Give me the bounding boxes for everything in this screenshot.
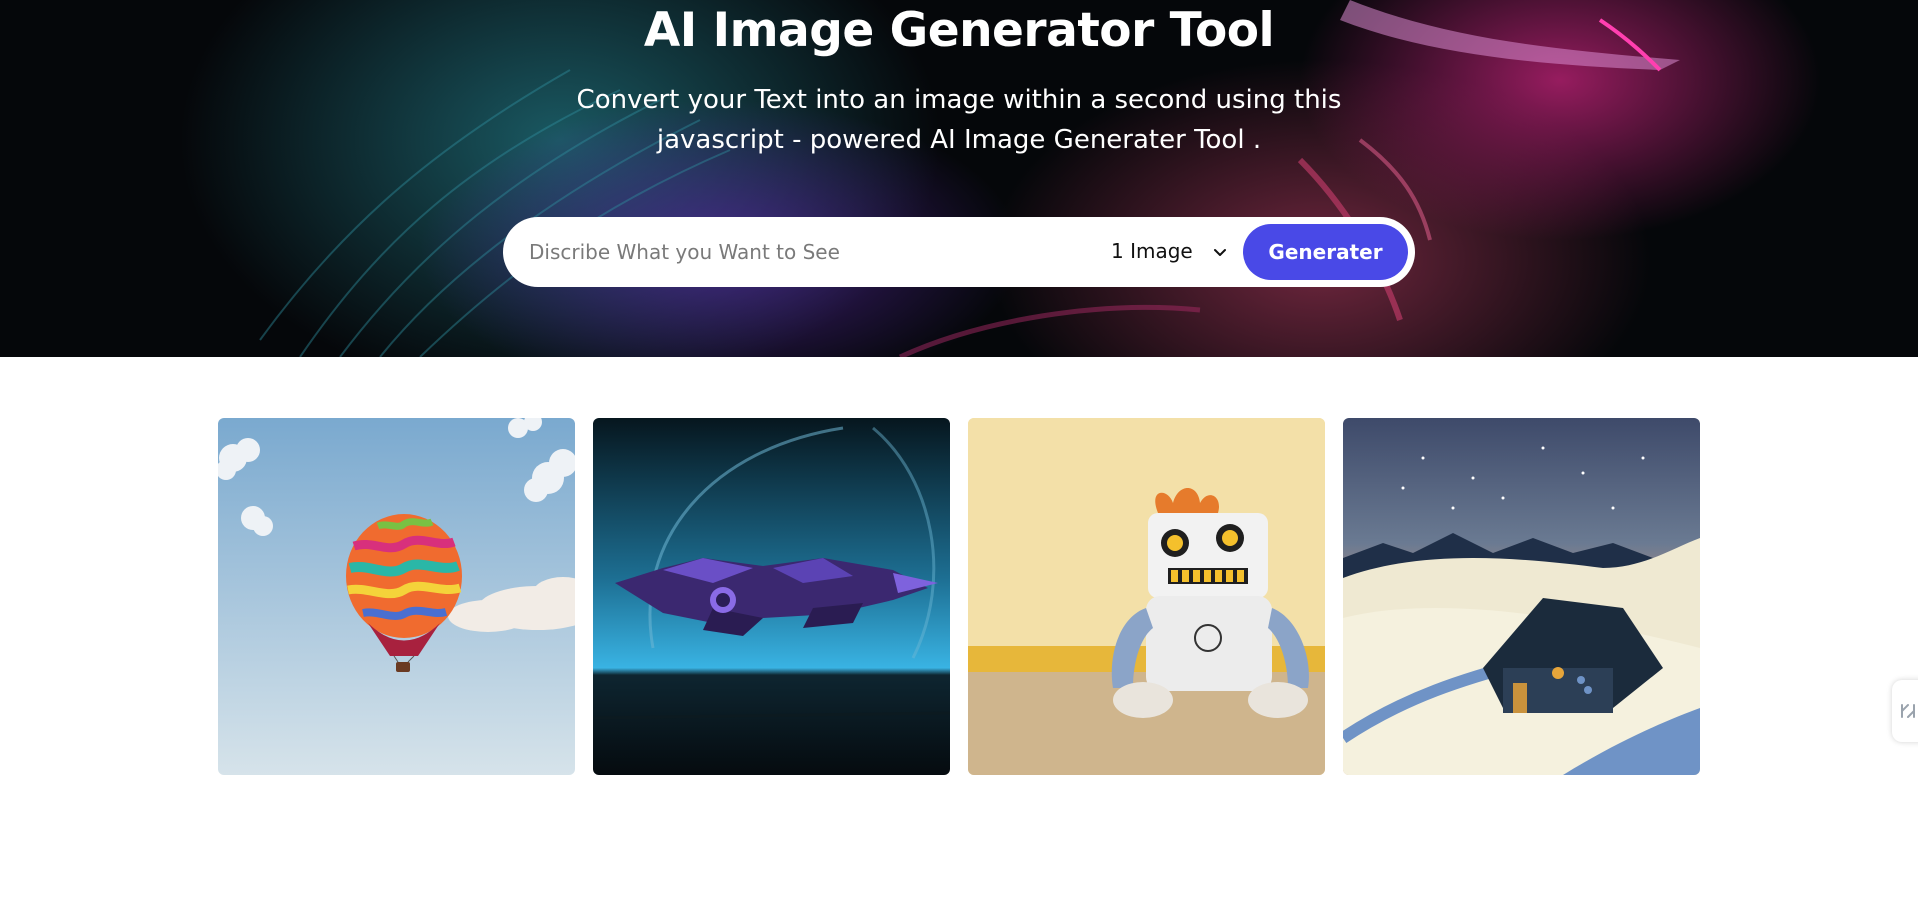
- image-count-value: 1 Image: [1111, 239, 1193, 263]
- side-widget-tab[interactable]: [1892, 680, 1918, 742]
- chevron-down-icon: [1214, 249, 1226, 256]
- share-icon: [1901, 704, 1915, 718]
- gallery-card[interactable]: [218, 418, 575, 775]
- hot-air-balloon-image: [218, 418, 575, 775]
- page-title: AI Image Generator Tool: [643, 3, 1275, 58]
- generate-button[interactable]: Generater: [1243, 224, 1408, 280]
- gallery-card[interactable]: [593, 418, 950, 775]
- gallery-card[interactable]: [968, 418, 1325, 775]
- gallery-card[interactable]: [1343, 418, 1700, 775]
- robot-toy-image: [968, 418, 1325, 775]
- generate-form: 1 Image Generater: [503, 217, 1415, 287]
- image-gallery: [218, 418, 1700, 776]
- image-count-select[interactable]: 1 Image: [1107, 231, 1235, 273]
- page-subtitle: Convert your Text into an image within a…: [576, 85, 1342, 155]
- spaceship-image: [593, 418, 950, 775]
- prompt-input[interactable]: [527, 231, 1067, 273]
- snowy-cabin-image: [1343, 418, 1700, 775]
- hero-banner: AI Image Generator Tool Convert your Tex…: [0, 0, 1918, 357]
